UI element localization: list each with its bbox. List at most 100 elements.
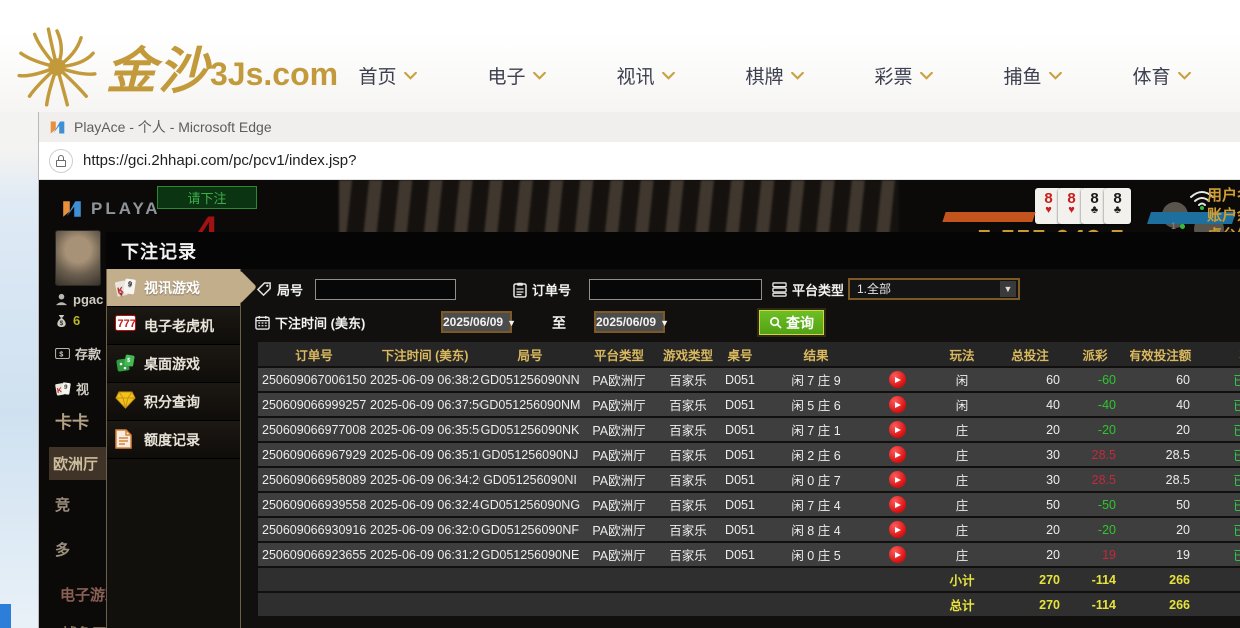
cell-payout: -114 <box>1074 593 1130 616</box>
search-button[interactable]: 查询 <box>759 310 824 335</box>
bg-menu-item[interactable]: 777 电子游戏 <box>55 584 107 605</box>
nav-item-电子[interactable]: 电子 <box>452 62 581 89</box>
chevron-down-icon <box>404 72 417 80</box>
cell-play_btn <box>870 418 924 441</box>
nav-item-捕鱼[interactable]: 捕鱼 <box>968 62 1097 89</box>
account-info-label: 用户名 <box>1207 186 1240 206</box>
chevron-down-icon <box>1178 72 1191 80</box>
sidebar-item-视讯游戏[interactable]: K♥9视讯游戏 <box>107 269 240 307</box>
replay-button[interactable] <box>889 496 906 513</box>
cell-result: 闲 2 庄 6 <box>762 443 870 466</box>
svg-text:$: $ <box>60 320 64 327</box>
game-page: PLAYACE 请下注 4 8♥8♥8♣8♣ 5.555.043.5 1 2 用… <box>39 180 1240 628</box>
date-from-picker[interactable]: 2025/06/09▼ <box>441 311 512 333</box>
round-number-input[interactable] <box>315 279 456 300</box>
username-row: pgac <box>55 292 107 307</box>
platform-filter-label: 平台类型 <box>772 280 844 299</box>
replay-button[interactable] <box>889 446 906 463</box>
replay-button[interactable] <box>889 471 906 488</box>
order-number-input[interactable] <box>589 279 762 300</box>
replay-button[interactable] <box>889 371 906 388</box>
cell-payout: 派彩 <box>1074 342 1130 366</box>
sidebar-item-电子老虎机[interactable]: 777 电子老虎机 <box>107 307 240 345</box>
nav-item-首页[interactable]: 首页 <box>323 62 452 89</box>
avatar[interactable] <box>55 230 101 286</box>
edge-window: PlayAce - 个人 - Microsoft Edge https://gc… <box>38 112 1240 628</box>
cell-status: 已派彩 <box>1204 518 1240 541</box>
nav-item-棋牌[interactable]: 棋牌 <box>710 62 839 89</box>
sidebar-item-label: 电子老虎机 <box>144 316 214 336</box>
subtotal-row: 小计270-114266 <box>258 568 1240 591</box>
slot-777-icon: 777 <box>115 315 137 337</box>
replay-button[interactable] <box>889 421 906 438</box>
cell-bet: 270 <box>1000 568 1074 591</box>
bg-menu-item-active[interactable]: 欧洲厅 <box>49 447 107 480</box>
cell-payout: 19 <box>1074 543 1130 566</box>
cell-play_btn <box>870 593 924 616</box>
table-row: 2506090669395582025-06-09 06:32:43GD0512… <box>258 493 1240 516</box>
bg-menu-item[interactable]: 多 <box>55 539 107 560</box>
cell-status: 已派彩 <box>1204 368 1240 391</box>
bet-records-table: 订单号下注时间 (美东)局号平台类型游戏类型桌号结果玩法总投注派彩有效投注额状态… <box>258 342 1240 618</box>
cell-round: GD051256090NI <box>480 468 580 491</box>
replay-button[interactable] <box>889 521 906 538</box>
edge-titlebar[interactable]: PlayAce - 个人 - Microsoft Edge <box>39 112 1240 142</box>
cell-table: D051 <box>718 493 762 516</box>
bg-menu-item[interactable]: 捕鱼王 <box>55 623 107 628</box>
bg-menu-item[interactable]: 竞 <box>55 494 107 515</box>
select-arrow-icon: ▼ <box>1000 281 1016 297</box>
cell-play: 小计 <box>924 568 1000 591</box>
background-page-strip <box>0 112 38 628</box>
url-text[interactable]: https://gci.2hhapi.com/pc/pcv1/index.jsp… <box>83 152 357 169</box>
deposit-row[interactable]: $ 存款 <box>55 344 107 363</box>
video-row[interactable]: K9 视 <box>55 379 107 398</box>
cell-result: 闲 0 庄 5 <box>762 543 870 566</box>
video-label: 视 <box>76 379 89 398</box>
site-header: 金沙 3Js.com 首页电子视讯棋牌彩票捕鱼体育 <box>0 0 1240 112</box>
cell-payout: -114 <box>1074 568 1130 591</box>
cell-game: 百家乐 <box>658 393 718 416</box>
cell-game: 百家乐 <box>658 493 718 516</box>
cell-table: 桌号 <box>718 342 762 366</box>
round-filter-label: 局号 <box>257 280 303 299</box>
site-logo[interactable]: 金沙 3Js.com <box>14 24 338 110</box>
cell-game: 百家乐 <box>658 518 718 541</box>
cell-result: 闲 5 庄 6 <box>762 393 870 416</box>
cell-order: 250609066958089 <box>258 468 366 491</box>
cell-table: D051 <box>718 468 762 491</box>
lock-icon[interactable] <box>49 149 73 173</box>
cell-platform: PA欧洲厅 <box>580 493 658 516</box>
cell-bet: 20 <box>1000 518 1074 541</box>
cell-result <box>762 568 870 591</box>
cell-platform: PA欧洲厅 <box>580 393 658 416</box>
sidebar-item-桌面游戏[interactable]: $桌面游戏 <box>107 345 240 383</box>
replay-button[interactable] <box>889 396 906 413</box>
edge-urlbar[interactable]: https://gci.2hhapi.com/pc/pcv1/index.jsp… <box>39 142 1240 180</box>
replay-button[interactable] <box>889 546 906 563</box>
cell-platform: PA欧洲厅 <box>580 518 658 541</box>
cell-bet: 30 <box>1000 468 1074 491</box>
cell-valid: 28.5 <box>1130 468 1204 491</box>
nav-item-体育[interactable]: 体育 <box>1097 62 1226 89</box>
sidebar-item-label: 积分查询 <box>144 392 200 412</box>
sidebar-item-额度记录[interactable]: 额度记录 <box>107 421 240 459</box>
cell-bet: 20 <box>1000 543 1074 566</box>
platform-type-select[interactable]: 1.全部 ▼ <box>848 278 1020 300</box>
playace-favicon <box>49 119 66 136</box>
nav-item-视讯[interactable]: 视讯 <box>581 62 710 89</box>
cell-status: 已派彩 <box>1204 493 1240 516</box>
cell-play: 庄 <box>924 493 1000 516</box>
cell-order: 250609066939558 <box>258 493 366 516</box>
cell-play: 总计 <box>924 593 1000 616</box>
cell-round <box>480 568 580 591</box>
cell-table <box>718 568 762 591</box>
nav-item-彩票[interactable]: 彩票 <box>839 62 968 89</box>
sidebar-item-积分查询[interactable]: 积分查询 <box>107 383 240 421</box>
cell-valid: 20 <box>1130 418 1204 441</box>
cell-time: 2025-06-09 06:34:20 <box>366 468 480 491</box>
table-games-icon: $ <box>115 353 137 375</box>
bg-menu-item[interactable]: 卡卡 <box>55 408 107 433</box>
cell-platform: PA欧洲厅 <box>580 468 658 491</box>
cell-result: 闲 7 庄 4 <box>762 493 870 516</box>
date-to-picker[interactable]: 2025/06/09▼ <box>594 311 665 333</box>
